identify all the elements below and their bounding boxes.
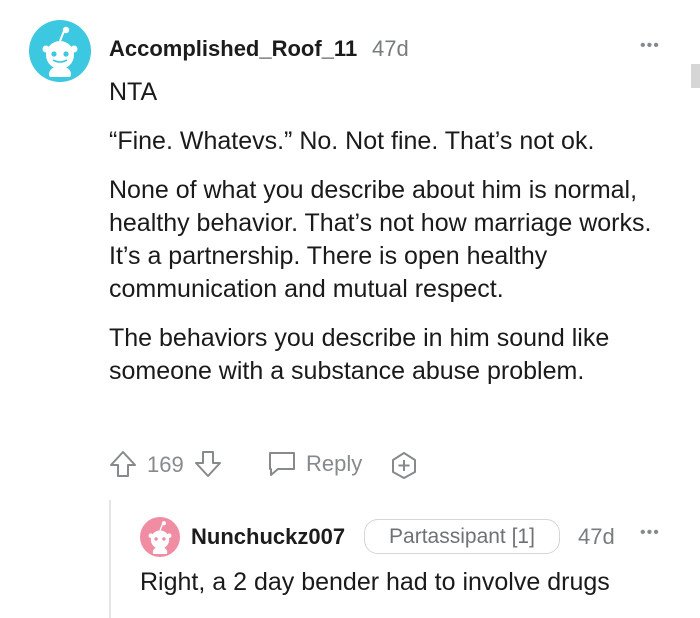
add-award-icon	[392, 452, 416, 479]
reply-body: Right, a 2 day bender had to involve dru…	[140, 568, 610, 596]
upvote-button[interactable]	[108, 448, 140, 480]
reply-more-options-icon[interactable]: •••	[640, 524, 660, 542]
comment-paragraph: “Fine. Whatevs.” No. Not fine. That’s no…	[109, 127, 595, 155]
comment-paragraph: None of what you describe about him is n…	[109, 176, 652, 303]
user-flair: Partassipant [1]	[364, 519, 560, 554]
more-options-icon[interactable]: •••	[640, 37, 660, 55]
reply-label: Reply	[306, 451, 363, 476]
avatar[interactable]	[29, 20, 91, 82]
reply-avatar[interactable]	[140, 517, 180, 557]
snoo-icon	[148, 521, 172, 554]
scrollbar-thumb[interactable]	[691, 64, 700, 88]
reply-button[interactable]: Reply	[266, 449, 362, 479]
reply-username[interactable]: Nunchuckz007	[191, 524, 345, 550]
reply-timestamp: 47d	[578, 524, 615, 549]
award-button[interactable]	[389, 450, 419, 480]
comment-username[interactable]: Accomplished_Roof_11	[109, 36, 357, 62]
downvote-arrow-icon	[195, 451, 221, 477]
comment-body: NTA “Fine. Whatevs.” No. Not fine. That’…	[109, 76, 669, 388]
downvote-button[interactable]	[193, 448, 225, 480]
snoo-icon	[42, 26, 78, 77]
chat-bubble-icon	[269, 452, 295, 476]
comment-paragraph: NTA	[109, 78, 158, 106]
comment-timestamp: 47d	[372, 36, 409, 61]
thread-line[interactable]	[109, 500, 111, 618]
upvote-arrow-icon	[110, 451, 136, 477]
comment-paragraph: The behaviors you describe in him sound …	[109, 324, 610, 385]
vote-count: 169	[147, 452, 184, 477]
